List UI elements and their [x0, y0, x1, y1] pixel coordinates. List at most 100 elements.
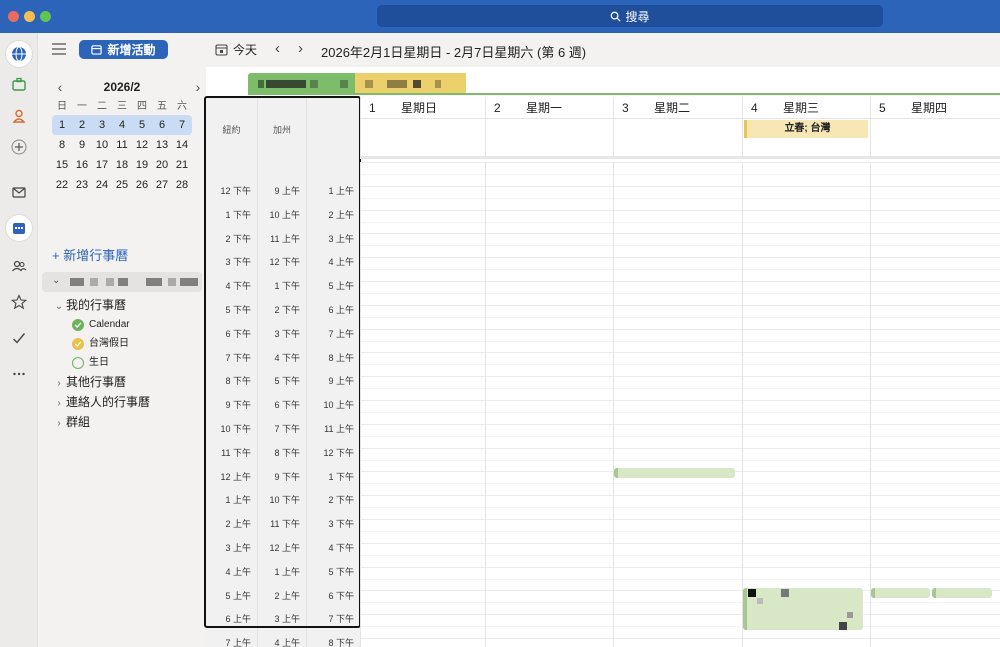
mini-calendar-day[interactable]: 22	[52, 175, 72, 195]
other-calendars-group[interactable]: › 其他行事曆	[52, 372, 202, 392]
mini-calendar-day[interactable]: 20	[152, 155, 172, 175]
mini-calendar-day[interactable]: 3	[92, 115, 112, 135]
mini-calendar-day[interactable]: 21	[172, 155, 192, 175]
contacts-calendars-group[interactable]: › 連絡人的行事曆	[52, 392, 202, 412]
my-calendars-group[interactable]: ⌄ 我的行事曆	[52, 295, 202, 315]
mini-calendar-day[interactable]: 5	[132, 115, 152, 135]
next-week-button[interactable]: ›	[298, 40, 303, 57]
mini-calendar-day[interactable]: 17	[92, 155, 112, 175]
day-header[interactable]: 3 星期二	[613, 97, 742, 119]
timezone-time-label: 1 上午	[225, 495, 251, 506]
mini-calendar-day[interactable]: 7	[172, 115, 192, 135]
mini-calendar-week-selected[interactable]: 1 2 3 4 5 6 7	[52, 115, 192, 135]
day-header[interactable]: 5 星期四	[870, 97, 1000, 119]
checked-circle-icon[interactable]	[72, 318, 84, 331]
chevron-left-icon[interactable]: ‹	[52, 79, 68, 95]
calendar-event[interactable]	[614, 468, 735, 478]
previous-week-button[interactable]: ‹	[275, 40, 280, 57]
star-icon[interactable]	[6, 289, 32, 315]
mini-calendar-day[interactable]: 25	[112, 175, 132, 195]
redacted-block	[258, 80, 264, 88]
mini-calendar-day[interactable]: 15	[52, 155, 72, 175]
redacted-block	[748, 589, 756, 597]
all-day-row	[360, 119, 1000, 159]
mini-calendar-day[interactable]: 19	[132, 155, 152, 175]
calendar-icon[interactable]	[6, 215, 32, 241]
day-column[interactable]	[485, 162, 613, 647]
calendar-event[interactable]	[743, 588, 863, 630]
minimize-window-button[interactable]	[24, 11, 35, 22]
mini-calendar-day[interactable]: 2	[72, 115, 92, 135]
mini-calendar-day[interactable]: 8	[52, 135, 72, 155]
calendar-tree: ⌄ 我的行事曆 Calendar 台灣假日 生日 › 其他行事曆 › 連絡人的行事曆 …	[52, 295, 202, 432]
groups-label: 群組	[66, 415, 91, 429]
zoom-window-button[interactable]	[40, 11, 51, 22]
redacted-block	[781, 589, 789, 597]
all-day-cell[interactable]	[360, 119, 485, 159]
mini-calendar-day[interactable]: 14	[172, 135, 192, 155]
all-day-cell[interactable]	[870, 119, 1000, 159]
close-window-button[interactable]	[8, 11, 19, 22]
calendar-tab[interactable]	[355, 73, 466, 94]
timezone-column: 加州 9 上午 10 上午 11 上午 12 下午 1 下午 2 下午 3 下午 4 下午 5 …	[258, 97, 307, 647]
calendar-item[interactable]: Calendar	[52, 315, 202, 334]
mini-calendar-day[interactable]: 28	[172, 175, 192, 195]
mini-calendar-day[interactable]: 12	[132, 135, 152, 155]
day-header[interactable]: 2 星期一	[485, 97, 613, 119]
new-event-button[interactable]: 新增活動	[79, 40, 168, 59]
search-label: 搜尋	[625, 9, 650, 24]
mini-calendar-day[interactable]: 10	[92, 135, 112, 155]
people-icon[interactable]	[6, 253, 32, 279]
day-header-row: 1 星期日 2 星期一 3 星期二 4 星期三 5 星期四	[360, 97, 1000, 119]
day-header[interactable]: 1 星期日	[360, 97, 485, 119]
redacted-block	[847, 612, 853, 618]
calendar-event[interactable]	[932, 588, 992, 598]
timezone-time-label: 2 上午	[225, 519, 251, 530]
account-row[interactable]: ⌄	[42, 272, 202, 292]
calendar-event[interactable]	[871, 588, 930, 598]
day-header[interactable]: 4 星期三	[742, 97, 870, 119]
hamburger-menu-icon[interactable]	[52, 43, 66, 55]
more-icon[interactable]	[6, 361, 32, 387]
unchecked-circle-icon[interactable]	[72, 356, 84, 369]
timezone-time-label: 5 下午	[328, 566, 354, 577]
day-column[interactable]	[742, 162, 870, 647]
mini-calendar-day[interactable]: 24	[92, 175, 112, 195]
all-day-cell[interactable]	[485, 119, 613, 159]
mini-calendar-day[interactable]: 1	[52, 115, 72, 135]
redacted-block	[146, 278, 162, 286]
mini-calendar-day[interactable]: 9	[72, 135, 92, 155]
groups-group[interactable]: › 群組	[52, 412, 202, 432]
briefcase-icon[interactable]	[6, 71, 32, 97]
mini-calendar-day[interactable]: 26	[132, 175, 152, 195]
redacted-block	[435, 80, 441, 88]
calendar-tab[interactable]	[248, 73, 355, 94]
calendar-item[interactable]: 生日	[52, 353, 202, 372]
mini-calendar-day[interactable]: 18	[112, 155, 132, 175]
app-rail	[0, 33, 38, 647]
day-column[interactable]	[360, 162, 485, 647]
day-column[interactable]	[613, 162, 742, 647]
mini-calendar-day[interactable]: 23	[72, 175, 92, 195]
mini-calendar-day[interactable]: 27	[152, 175, 172, 195]
calendar-item[interactable]: 台灣假日	[52, 334, 202, 353]
add-account-icon[interactable]	[6, 134, 32, 160]
add-calendar-button[interactable]: + 新增行事曆	[52, 245, 128, 264]
day-column[interactable]	[870, 162, 1000, 647]
mini-calendar-day[interactable]: 6	[152, 115, 172, 135]
mini-calendar-day[interactable]: 16	[72, 155, 92, 175]
search-bar[interactable]: 搜尋	[377, 5, 883, 27]
checkmark-icon[interactable]	[6, 325, 32, 351]
all-day-cell[interactable]	[613, 119, 742, 159]
mini-calendar-day[interactable]: 13	[152, 135, 172, 155]
checked-circle-icon[interactable]	[72, 337, 84, 350]
today-button[interactable]: 今天	[215, 41, 257, 58]
mail-icon[interactable]	[6, 179, 32, 205]
mini-calendar-day[interactable]: 11	[112, 135, 132, 155]
globe-icon[interactable]	[6, 41, 32, 67]
timezone-time-label: 2 下午	[225, 233, 251, 244]
mini-calendar-day[interactable]: 4	[112, 115, 132, 135]
all-day-event[interactable]: 立春; 台灣	[744, 120, 868, 138]
person-icon[interactable]	[6, 103, 32, 129]
chevron-right-icon[interactable]: ›	[190, 79, 206, 95]
